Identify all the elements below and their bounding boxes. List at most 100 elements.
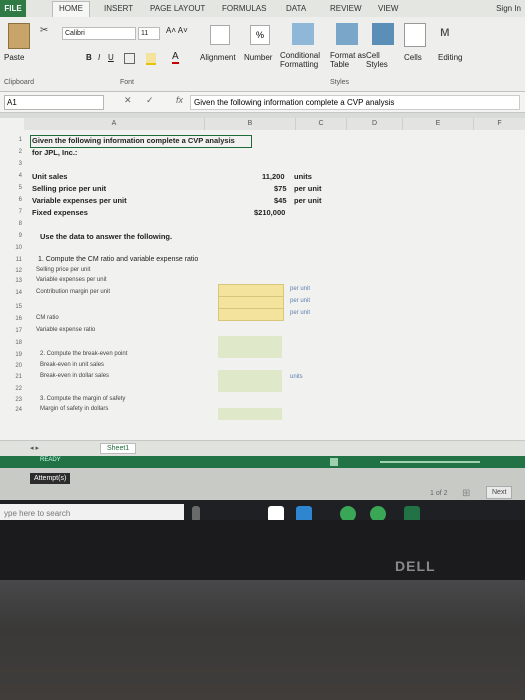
col-header-a[interactable]: A [24, 118, 205, 130]
cell-b4[interactable]: 11,200 [262, 172, 285, 181]
number-button[interactable]: Number [244, 53, 272, 62]
row-number[interactable]: 22 [0, 386, 22, 392]
tab-insert[interactable]: INSERT [104, 4, 133, 13]
font-name-box[interactable]: Calibri [62, 27, 136, 40]
row-number[interactable]: 19 [0, 352, 22, 358]
tab-formulas[interactable]: FORMULAS [222, 4, 266, 13]
format-as-table-icon[interactable] [336, 23, 358, 45]
borders-icon[interactable] [124, 53, 135, 64]
cell-styles-icon[interactable] [372, 23, 394, 45]
fill-color-icon[interactable] [146, 53, 156, 65]
col-header-b[interactable]: B [205, 118, 296, 130]
cell-c6[interactable]: per unit [294, 196, 322, 205]
alignment-button[interactable]: Alignment [200, 53, 236, 62]
row-number[interactable]: 2 [0, 149, 22, 155]
tab-view[interactable]: VIEW [378, 4, 398, 13]
italic-button[interactable]: I [98, 53, 100, 62]
row-number[interactable]: 3 [0, 161, 22, 167]
cell-a24[interactable]: Margin of safety in dollars [40, 406, 108, 412]
cell-c13[interactable]: per unit [290, 298, 310, 304]
row-number[interactable]: 24 [0, 407, 22, 413]
editing-icon[interactable]: ᴍ [440, 23, 450, 39]
tab-review[interactable]: REVIEW [330, 4, 362, 13]
cell-c20[interactable]: units [290, 374, 303, 380]
col-header-d[interactable]: D [347, 118, 403, 130]
row-number[interactable]: 7 [0, 209, 22, 215]
cell-c12[interactable]: per unit [290, 286, 310, 292]
row-number[interactable]: 8 [0, 221, 22, 227]
cut-icon[interactable]: ✂ [40, 25, 50, 36]
cell-styles-button[interactable]: Cell Styles [366, 51, 396, 69]
cell-a21[interactable]: Break-even in dollar sales [40, 373, 109, 379]
underline-button[interactable]: U [108, 53, 114, 62]
cell-a9[interactable]: Use the data to answer the following. [40, 232, 172, 241]
cell-a17[interactable]: Variable expense ratio [36, 327, 95, 333]
sign-in-link[interactable]: Sign In [496, 4, 521, 13]
row-number[interactable]: 13 [0, 278, 22, 284]
cell-b5[interactable]: $75 [274, 184, 287, 193]
cell-a1[interactable]: Given the following information complete… [32, 136, 235, 145]
cell-a7[interactable]: Fixed expenses [32, 208, 88, 217]
tab-file[interactable]: FILE [0, 0, 26, 17]
row-number[interactable]: 6 [0, 197, 22, 203]
cell-a11[interactable]: 1. Compute the CM ratio and variable exp… [38, 256, 198, 263]
cell-a23[interactable]: 3. Compute the margin of safety [40, 396, 125, 402]
cell-c14[interactable]: per unit [290, 310, 310, 316]
answer-cell[interactable] [218, 408, 282, 420]
cells-icon[interactable] [404, 23, 426, 47]
grow-font-icon[interactable]: A˄ A˅ [166, 26, 188, 35]
row-number[interactable]: 4 [0, 173, 22, 179]
name-box[interactable]: A1 [4, 95, 104, 110]
row-number[interactable]: 11 [0, 257, 22, 263]
tab-page-layout[interactable]: PAGE LAYOUT [150, 4, 205, 13]
row-number[interactable]: 5 [0, 185, 22, 191]
conditional-formatting-button[interactable]: Conditional Formatting [280, 51, 330, 69]
paste-icon[interactable] [8, 23, 30, 49]
row-number[interactable]: 15 [0, 304, 22, 310]
cell-c5[interactable]: per unit [294, 184, 322, 193]
alignment-icon[interactable] [210, 25, 230, 45]
conditional-formatting-icon[interactable] [292, 23, 314, 45]
cell-a19[interactable]: 2. Compute the break-even point [40, 351, 127, 357]
row-number[interactable]: 12 [0, 268, 22, 274]
cell-a12[interactable]: Selling price per unit [36, 267, 90, 273]
answer-cell[interactable] [218, 308, 284, 321]
row-number[interactable]: 20 [0, 363, 22, 369]
answer-cell[interactable] [218, 370, 282, 392]
row-number[interactable]: 18 [0, 340, 22, 346]
grid-icon[interactable]: ⊞ [462, 488, 470, 499]
cell-c4[interactable]: units [294, 172, 312, 181]
cells-button[interactable]: Cells [404, 53, 422, 62]
fx-icon[interactable]: fx [176, 95, 183, 105]
cell-a20[interactable]: Break-even in unit sales [40, 362, 104, 368]
prev-sheet-icon[interactable]: ◂ ▸ [30, 444, 39, 452]
row-number[interactable]: 10 [0, 245, 22, 251]
tab-home[interactable]: HOME [52, 1, 90, 18]
col-header-e[interactable]: E [403, 118, 474, 130]
number-format-icon[interactable]: % [250, 25, 270, 45]
cancel-icon[interactable]: ✕ [124, 95, 132, 106]
font-size-box[interactable]: 11 [138, 27, 160, 40]
cell-a5[interactable]: Selling price per unit [32, 184, 106, 193]
cell-b6[interactable]: $45 [274, 196, 287, 205]
cell-a6[interactable]: Variable expenses per unit [32, 196, 127, 205]
tab-data[interactable]: DATA [286, 4, 306, 13]
row-number[interactable]: 1 [0, 137, 22, 143]
cell-a4[interactable]: Unit sales [32, 172, 67, 181]
worksheet-grid[interactable]: A B C D E F 1 Given the following inform… [0, 118, 525, 440]
next-button[interactable]: Next [486, 486, 513, 499]
row-number[interactable]: 9 [0, 233, 22, 239]
col-header-c[interactable]: C [296, 118, 347, 130]
editing-button[interactable]: Editing [438, 53, 462, 62]
format-as-table-button[interactable]: Format as Table [330, 51, 370, 69]
cell-a13[interactable]: Variable expenses per unit [36, 277, 107, 283]
zoom-slider[interactable] [380, 461, 480, 463]
col-header-f[interactable]: F [474, 118, 525, 130]
font-color-icon[interactable]: A [172, 51, 179, 64]
answer-cell[interactable] [218, 336, 282, 358]
paste-button[interactable]: Paste [4, 53, 24, 62]
cell-a16[interactable]: CM ratio [36, 315, 59, 321]
cell-a14[interactable]: Contribution margin per unit [36, 289, 110, 295]
row-number[interactable]: 17 [0, 328, 22, 334]
cell-a2[interactable]: for JPL, Inc.: [32, 148, 77, 157]
